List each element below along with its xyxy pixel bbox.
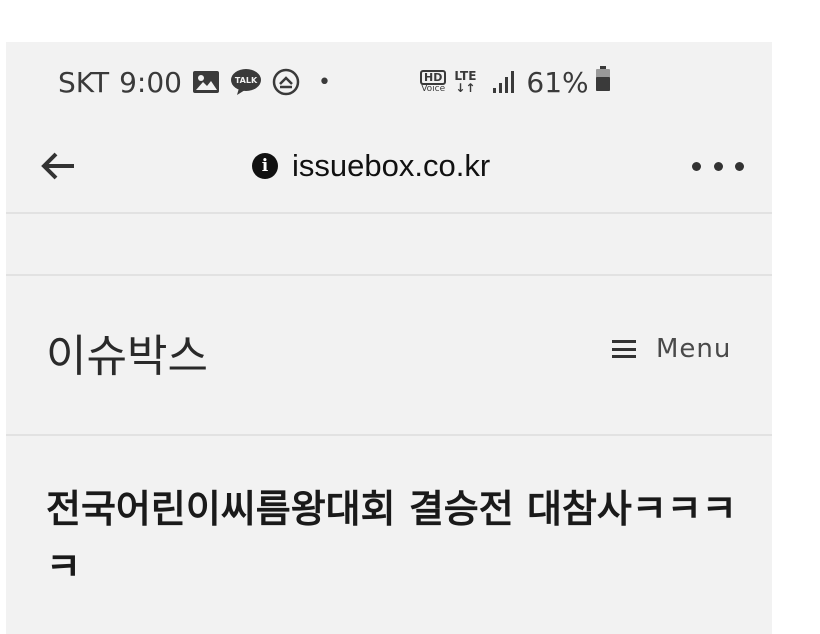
site-title[interactable]: 이슈박스	[46, 320, 208, 384]
battery-percent: 61%	[526, 65, 589, 99]
kakaotalk-label: TALK	[235, 76, 258, 85]
hd-voice-icon: HD Voice	[420, 70, 447, 94]
image-icon	[192, 70, 220, 94]
status-bar-right: HD Voice LTE ↓↑ 61%	[420, 42, 611, 122]
more-dots-icon	[713, 161, 723, 171]
divider	[6, 212, 772, 214]
divider	[6, 434, 772, 436]
signal-bars-icon	[492, 70, 518, 94]
phone-screen: SKT 9:00 TALK • HD Voice LTE ↓↑ 61% i is…	[6, 42, 772, 634]
status-bar: SKT 9:00 TALK • HD Voice LTE ↓↑ 61%	[6, 42, 772, 122]
hamburger-icon	[612, 340, 636, 358]
screen: SKT 9:00 TALK • HD Voice LTE ↓↑ 61% i is…	[0, 0, 820, 634]
notification-dot-icon: •	[317, 69, 331, 95]
lte-arrows: ↓↑	[455, 81, 476, 95]
more-dots-icon	[692, 161, 701, 171]
back-button[interactable]	[38, 146, 78, 186]
browser-url-bar: i issuebox.co.kr	[6, 122, 772, 212]
more-options-button[interactable]	[692, 148, 744, 184]
url-text: issuebox.co.kr	[292, 148, 491, 183]
menu-label: Menu	[656, 334, 732, 364]
menu-button[interactable]: Menu	[612, 334, 731, 364]
address-field[interactable]: i issuebox.co.kr	[252, 144, 490, 188]
data-saver-icon	[272, 68, 300, 96]
kakaotalk-icon: TALK	[230, 68, 262, 96]
article-title: 전국어린이씨름왕대회 결승전 대참사ㅋㅋㅋㅋ	[46, 487, 737, 589]
hd-label: HD	[420, 70, 447, 85]
carrier-label: SKT	[58, 65, 110, 99]
site-header: 이슈박스 Menu	[6, 276, 772, 436]
back-arrow-icon	[41, 152, 74, 180]
status-bar-left: SKT 9:00 TALK •	[58, 66, 331, 99]
voice-label: Voice	[421, 84, 446, 94]
more-dots-icon	[735, 161, 744, 171]
battery-icon	[595, 65, 611, 99]
lte-icon: LTE ↓↑	[454, 70, 476, 94]
clock: 9:00	[119, 65, 182, 99]
info-icon[interactable]: i	[252, 153, 278, 179]
